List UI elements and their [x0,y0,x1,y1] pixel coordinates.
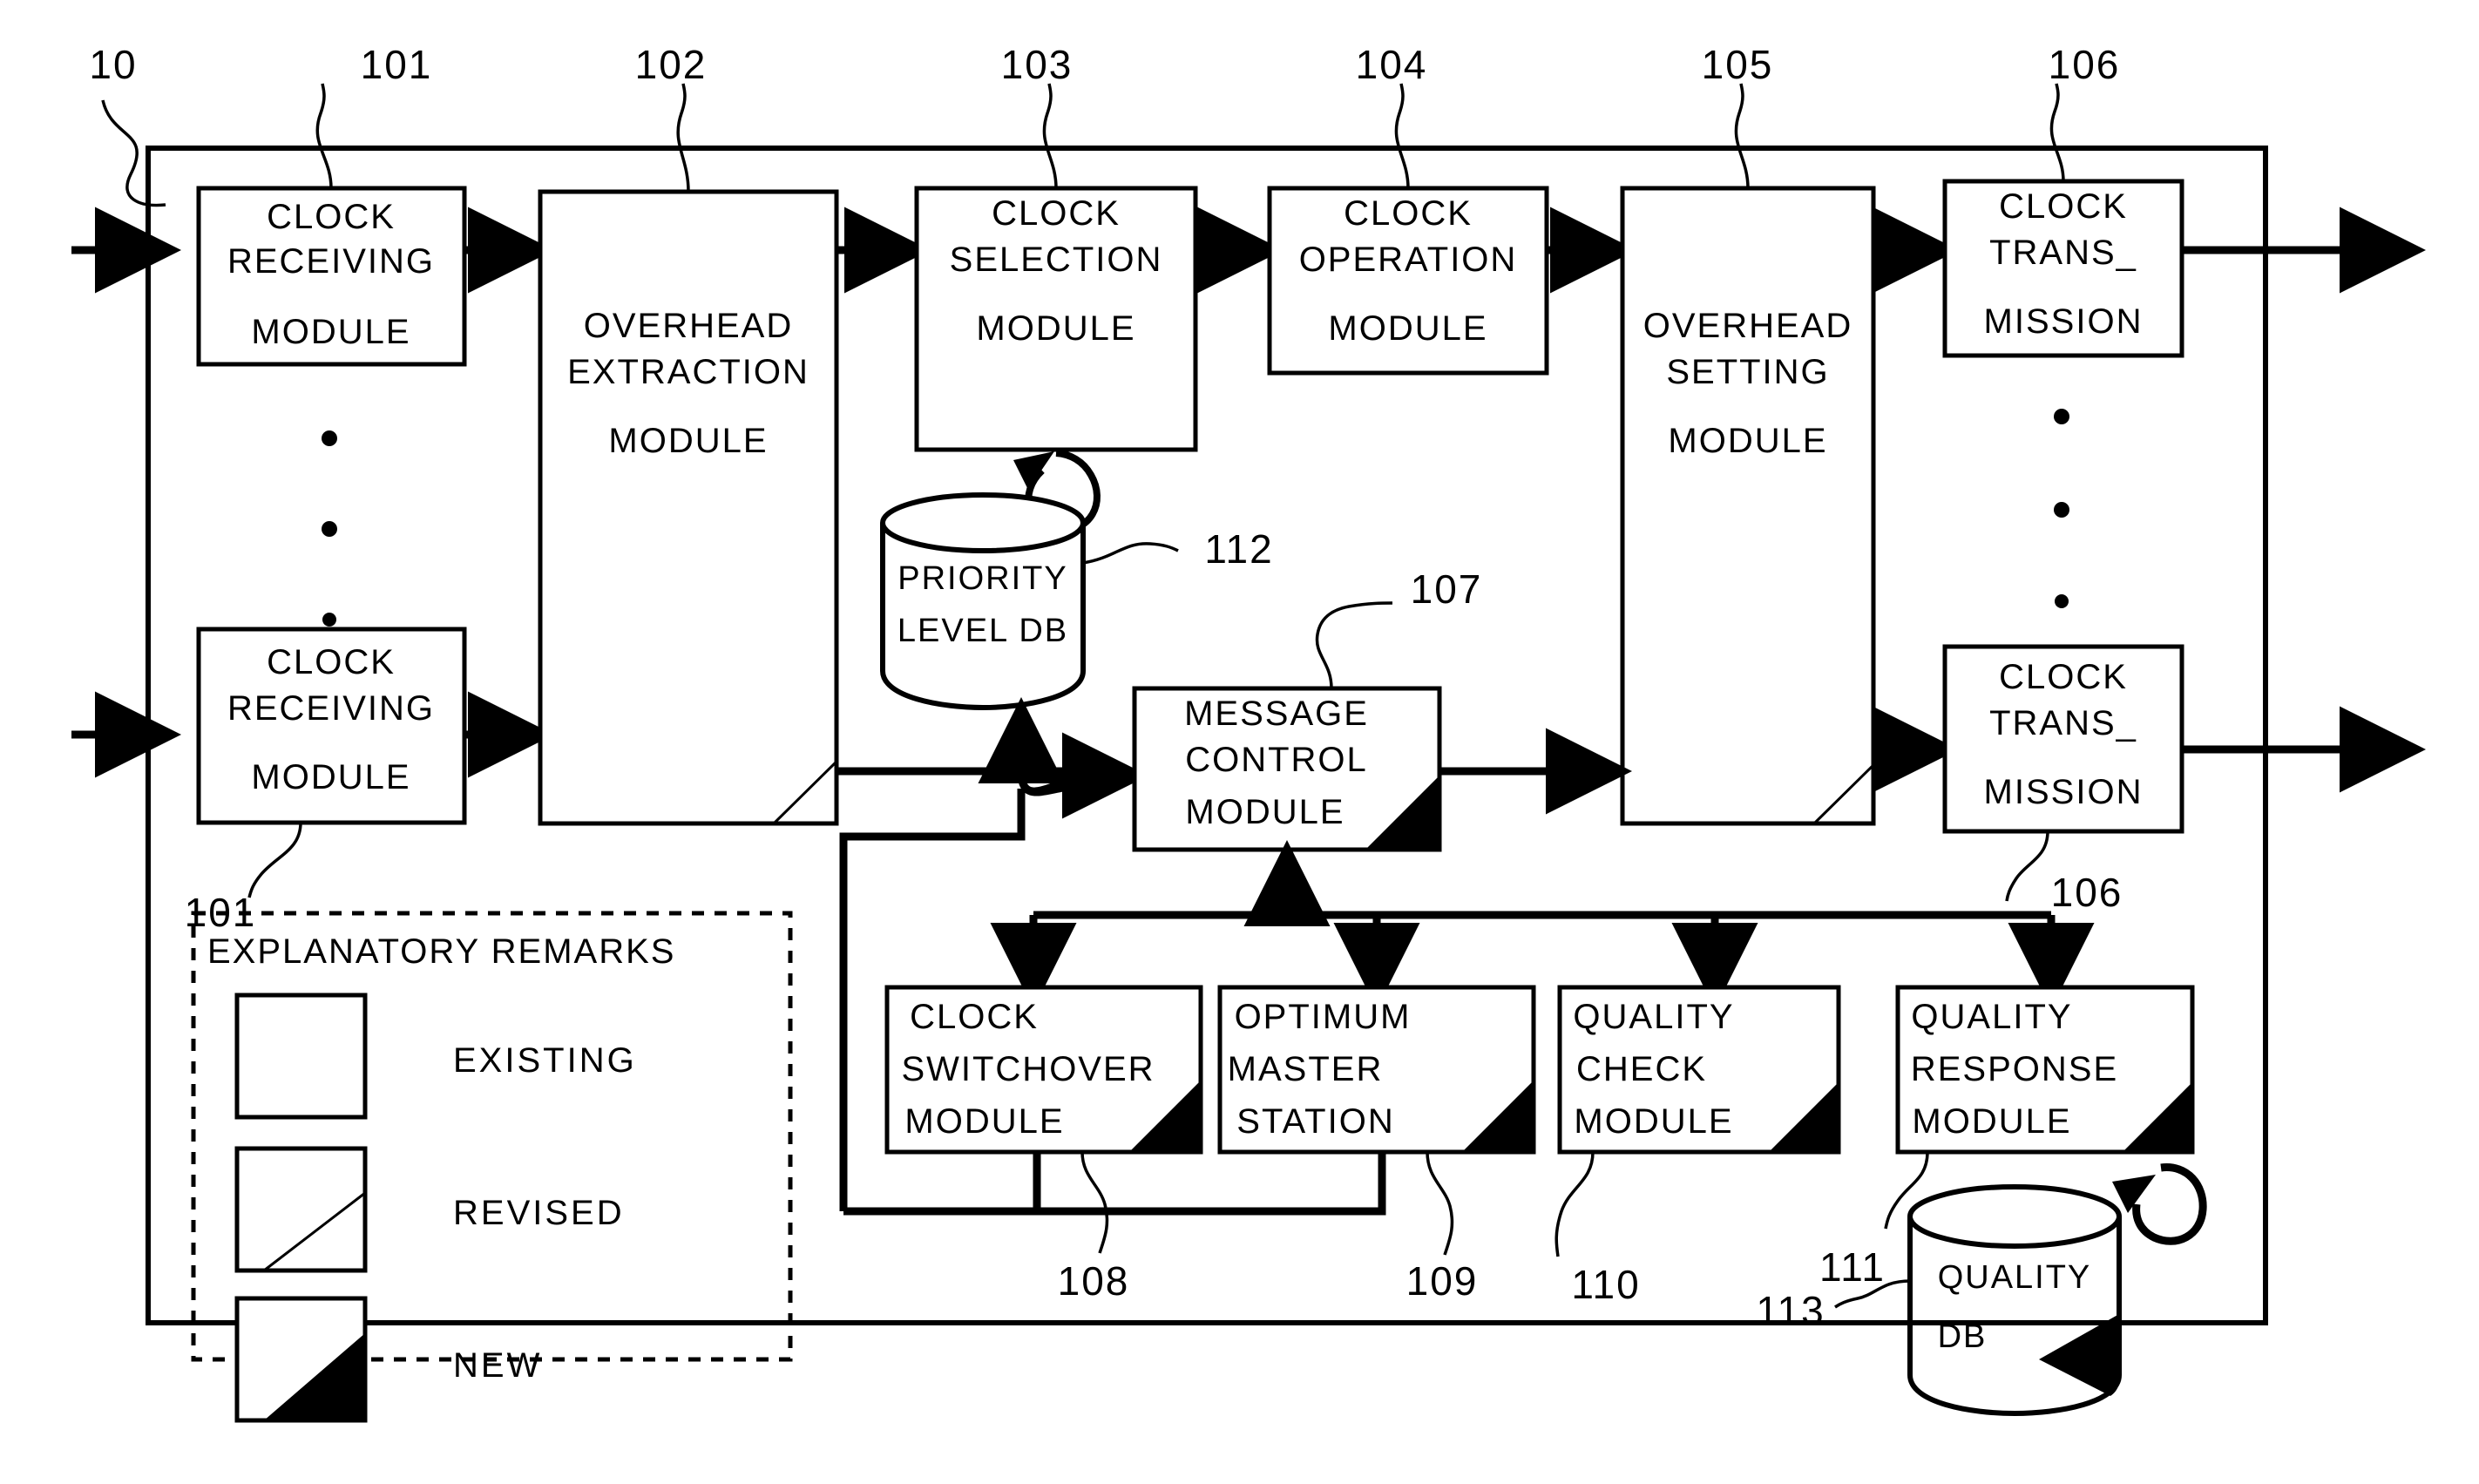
return-bus-optimum [1037,1152,1386,1216]
legend-swatch-revised [234,1146,368,1273]
block-label-line2: SETTING [1666,353,1829,391]
ref-leader-112 [1082,542,1179,565]
ref-leader-102 [676,83,690,193]
block-label-line3: MODULE [251,313,410,351]
ref-number-106-bottom: 106 [2051,870,2123,915]
block-label-line3: MODULE [1185,793,1344,831]
block-label-line1: CLOCK [992,194,1121,233]
block-label-line2: CHECK [1576,1050,1707,1088]
block-label-line2: SWITCHOVER [901,1050,1155,1088]
legend-box [191,911,793,1362]
block-label-line1: CLOCK [1344,194,1473,233]
block-label-line1: CLOCK [910,998,1039,1036]
ellipsis-dot [2054,409,2069,424]
block-label-line1: CLOCK [267,643,396,681]
block-label-line2: CONTROL [1185,741,1368,779]
ref-number-107: 107 [1411,566,1483,612]
block-label-line2: RESPONSE [1911,1050,2118,1088]
block-label-line3: MISSION [1984,302,2144,341]
ref-leader-107 [1315,601,1393,689]
ref-leader-108 [1080,1151,1109,1254]
ellipsis-dot [322,521,337,537]
block-label-line1: OVERHEAD [584,307,794,345]
ellipsis-dot [2054,502,2069,518]
db-label-line1: PRIORITY [897,560,1067,597]
block-label-line3: MODULE [904,1102,1064,1141]
legend-label-revised: REVISED [453,1194,625,1232]
legend-title: EXPLANATORY REMARKS [207,932,675,971]
ref-number-104: 104 [1356,42,1428,87]
ref-number-112: 112 [1204,526,1273,572]
block-label-line1: CLOCK [1999,187,2128,226]
block-label-line3: MODULE [1912,1102,2071,1141]
block-label-line2: SELECTION [950,241,1163,279]
block-label-line1: MESSAGE [1184,695,1369,733]
block-label-line2: RECEIVING [227,242,435,281]
patent-figure: 10 CLOCK RECEIVING MODULE 101 CLOCK RECE… [0,0,2479,1484]
ref-number-111: 111 [1819,1244,1886,1290]
ref-number-108: 108 [1058,1258,1130,1304]
ref-leader-101-top [315,83,333,189]
ref-leader-106-top [2049,83,2065,182]
ref-leader-106-bottom [2005,830,2049,902]
block-label-line2: TRANS_ [1989,704,2137,742]
ref-number-110: 110 [1571,1262,1640,1307]
ref-leader-101-bottom [247,822,302,898]
block-label-line3: MODULE [1668,422,1827,460]
db-label-line2: LEVEL DB [897,613,1068,649]
ref-number-106-top: 106 [2049,42,2121,87]
block-label-line1: CLOCK [1999,658,2128,696]
block-label-line1: OPTIMUM [1235,998,1412,1036]
block-label-line3: MISSION [1984,773,2144,811]
new-corner-marker-db [2039,1314,2119,1396]
ellipsis-dot [322,430,337,446]
block-label-line2: RECEIVING [227,689,435,728]
block-label-line1: QUALITY [1573,998,1734,1036]
ref-leader-110 [1554,1151,1595,1257]
ellipsis-dot [2055,594,2069,608]
ref-number-105: 105 [1702,42,1774,87]
ref-number-10: 10 [89,42,137,87]
block-label-line3: STATION [1236,1102,1394,1141]
db-label-line2: DB [1938,1318,1988,1355]
database-quality-db: QUALITY DB [1907,1184,2122,1417]
block-label-line3: MODULE [976,309,1135,348]
database-priority-level-db: PRIORITY LEVEL DB [880,492,1086,711]
block-label-line1: CLOCK [267,198,396,236]
block-label-line1: QUALITY [1911,998,2072,1036]
block-label-line3: MODULE [251,758,410,796]
block-label-line3: MODULE [1328,309,1487,348]
ellipsis-dot [322,613,336,627]
ref-leader-109 [1426,1151,1454,1256]
ref-leader-103 [1042,83,1058,189]
block-label-line2: OPERATION [1299,241,1518,279]
ref-number-103: 103 [1001,42,1074,87]
block-label-line3: MODULE [608,422,768,460]
ref-number-113: 113 [1756,1288,1825,1333]
block-label-line2: MASTER [1228,1050,1384,1088]
legend-swatch-existing [234,993,368,1120]
return-bus-switchover [843,1152,1041,1216]
block-label-line3: MODULE [1574,1102,1733,1141]
ref-number-102: 102 [635,42,708,87]
legend-label-existing: EXISTING [453,1041,637,1080]
legend-label-new: NEW [453,1346,542,1385]
ref-leader-10 [101,99,166,207]
ref-number-101-top: 101 [361,42,433,87]
ref-leader-104 [1394,83,1410,189]
block-label-line2: TRANS_ [1989,234,2137,272]
ref-leader-105 [1734,83,1750,189]
db-label-line1: QUALITY [1938,1259,2092,1296]
block-label-line2: EXTRACTION [567,353,809,391]
ref-number-109: 109 [1406,1258,1479,1304]
block-label-line1: OVERHEAD [1643,307,1853,345]
